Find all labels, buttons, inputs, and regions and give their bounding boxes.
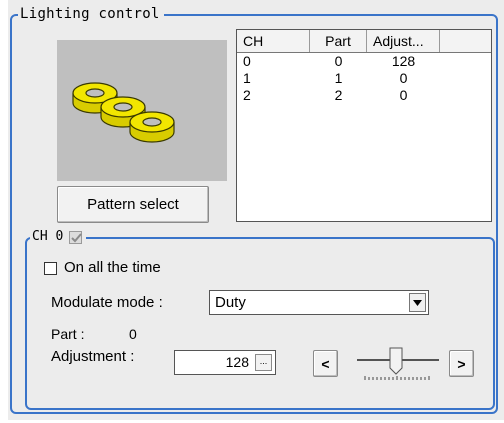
adjustment-label: Adjustment :: [51, 348, 135, 365]
modulate-mode-select[interactable]: Duty: [209, 290, 429, 315]
cell-part: 1: [334, 70, 343, 86]
table-header: CH Part Adjust...: [237, 30, 491, 53]
cell-ch: 2: [243, 87, 251, 103]
pattern-preview: [57, 40, 227, 181]
decrement-button[interactable]: <: [313, 350, 338, 377]
cell-adjust: 0: [399, 70, 408, 86]
adjustment-value: 128: [225, 354, 249, 370]
column-header-part[interactable]: Part: [310, 30, 367, 52]
on-all-time-checkbox[interactable]: [44, 262, 57, 275]
ring-pattern-icon: [72, 82, 175, 143]
pattern-select-button[interactable]: Pattern select: [57, 186, 209, 223]
column-header-empty: [440, 30, 491, 52]
cell-ch: 1: [243, 70, 251, 86]
column-header-ch[interactable]: CH: [237, 30, 310, 52]
pattern-select-label: Pattern select: [87, 196, 179, 213]
dropdown-arrow-icon[interactable]: [409, 293, 426, 312]
cell-adjust: 128: [391, 53, 416, 69]
cell-part: 0: [334, 53, 343, 69]
table-row[interactable]: 2 2 0: [237, 87, 491, 104]
channel-table[interactable]: CH Part Adjust... 0 0 128 1 1 0 2 2 0: [236, 29, 492, 222]
lighting-control-title: Lighting control: [18, 6, 164, 22]
modulate-mode-label: Modulate mode :: [51, 294, 163, 311]
adjustment-ellipsis-button[interactable]: ...: [255, 354, 272, 371]
cell-part: 2: [334, 87, 343, 103]
channel-group-title: CH 0: [30, 229, 87, 245]
table-row[interactable]: 0 0 128: [237, 53, 491, 70]
increment-button[interactable]: >: [449, 350, 474, 377]
modulate-mode-value: Duty: [215, 294, 246, 311]
part-value: 0: [129, 326, 137, 342]
part-label: Part :: [51, 326, 85, 342]
channel-title: CH 0: [32, 229, 64, 244]
column-header-adjust[interactable]: Adjust...: [367, 30, 440, 52]
cell-ch: 0: [243, 53, 251, 69]
channel-enable-checkbox[interactable]: [69, 230, 83, 244]
adjustment-slider[interactable]: [357, 344, 439, 382]
on-all-time-label: On all the time: [64, 259, 161, 276]
slider-thumb: [389, 347, 403, 375]
adjustment-input[interactable]: 128 ...: [174, 350, 276, 375]
table-row[interactable]: 1 1 0: [237, 70, 491, 87]
checkmark-icon: [71, 232, 83, 242]
decrement-label: <: [321, 355, 330, 372]
cell-adjust: 0: [399, 87, 408, 103]
increment-label: >: [457, 355, 466, 372]
